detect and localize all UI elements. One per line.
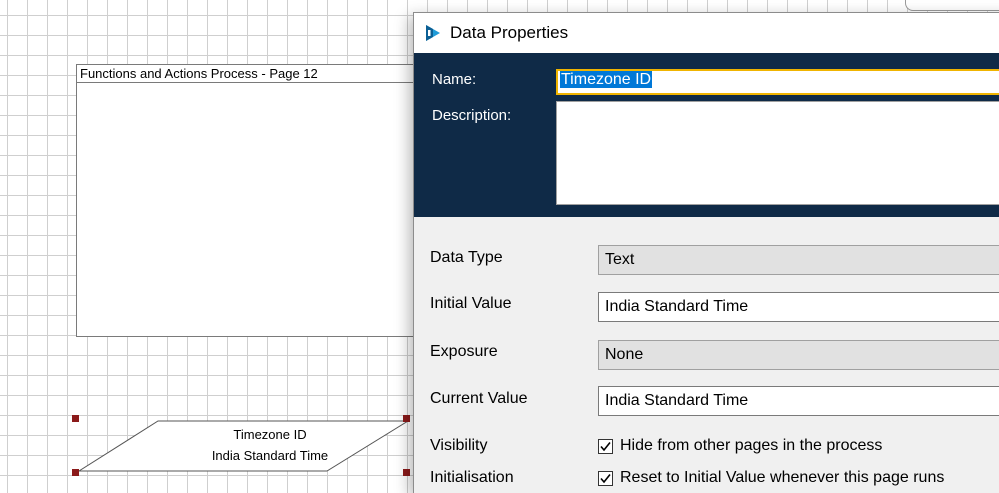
initialisation-checkbox-label: Reset to Initial Value whenever this pag… [620, 469, 945, 486]
blue-prism-icon [423, 23, 443, 43]
background-window-edge [905, 0, 999, 11]
page-reference-block[interactable]: Functions and Actions Process - Page 12 [76, 64, 416, 337]
exposure-dropdown[interactable]: None [598, 340, 999, 370]
dialog-header-panel: Name: Timezone ID Description: [414, 53, 999, 217]
checkmark-icon [600, 473, 611, 483]
page-reference-title: Functions and Actions Process - Page 12 [77, 65, 415, 83]
selection-handle-top-right[interactable] [403, 415, 410, 422]
selection-handle-bottom-left[interactable] [72, 469, 79, 476]
selection-handle-bottom-right[interactable] [403, 469, 410, 476]
data-type-label: Data Type [430, 249, 503, 266]
name-input[interactable]: Timezone ID [556, 69, 999, 95]
description-label: Description: [432, 107, 512, 124]
visibility-checkbox-row[interactable]: Hide from other pages in the process [598, 435, 882, 457]
description-textarea[interactable] [556, 101, 999, 205]
data-item-name: Timezone ID [233, 427, 307, 442]
checkmark-icon [600, 441, 611, 451]
current-value-input[interactable]: India Standard Time [598, 386, 999, 416]
initialisation-label: Initialisation [430, 469, 514, 486]
name-label: Name: [432, 71, 477, 88]
initialisation-checkbox-row[interactable]: Reset to Initial Value whenever this pag… [598, 467, 944, 489]
data-properties-dialog: Data Properties Name: Timezone ID Descri… [413, 12, 999, 493]
visibility-checkbox-label: Hide from other pages in the process [620, 437, 883, 454]
data-item-parallelogram [77, 420, 410, 472]
data-type-dropdown[interactable]: Text [598, 245, 999, 275]
initial-value-input[interactable]: India Standard Time [598, 292, 999, 322]
visibility-label: Visibility [430, 437, 488, 454]
selection-handle-top-left[interactable] [72, 415, 79, 422]
initial-value-label: Initial Value [430, 295, 512, 312]
name-input-selected-text: Timezone ID [560, 71, 653, 88]
data-item-value: India Standard Time [211, 448, 329, 463]
dialog-titlebar[interactable]: Data Properties [414, 13, 999, 53]
data-item-shape[interactable]: Timezone ID India Standard Time [70, 414, 415, 478]
initialisation-checkbox[interactable] [598, 470, 613, 486]
visibility-checkbox[interactable] [598, 438, 613, 454]
current-value-label: Current Value [430, 390, 528, 407]
exposure-label: Exposure [430, 343, 498, 360]
dialog-title: Data Properties [450, 23, 569, 42]
